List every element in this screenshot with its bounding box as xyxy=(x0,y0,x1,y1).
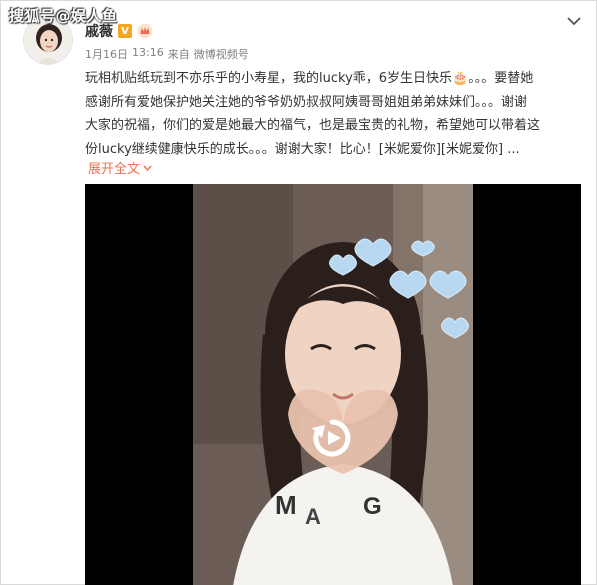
emoji-tag: [米妮爱你][米妮爱你] xyxy=(378,141,504,157)
expand-label: 展开全文 xyxy=(88,162,141,177)
weibo-post-card: 搜狐号@娱人鱼 戚薇 V 1月16日 13:16 来自 微博视频号 玩相机贴纸玩… xyxy=(0,0,597,585)
source-link[interactable]: 微博视频号 xyxy=(194,46,249,62)
birthday-cake-emoji: 🎂 xyxy=(452,71,469,86)
chevron-down-icon[interactable] xyxy=(566,15,582,27)
replay-icon[interactable] xyxy=(310,416,354,460)
post-line: 玩相机贴纸玩到不亦乐乎的小寿星，我的lucky乖，6岁生日快乐🎂。。。要替她 xyxy=(85,67,565,91)
post-body: 玩相机贴纸玩到不亦乐乎的小寿星，我的lucky乖，6岁生日快乐🎂。。。要替她 感… xyxy=(85,67,565,161)
video-thumbnail: M A G xyxy=(193,184,473,585)
svg-text:G: G xyxy=(363,493,382,520)
post-line: 大家的祝福，你们的爱是她最大的福气，也是最宝贵的礼物，希望她可以带着这 xyxy=(85,118,541,133)
watermark-text: 搜狐号@娱人鱼 xyxy=(9,7,118,25)
expand-full-text-link[interactable]: 展开全文 xyxy=(88,158,152,177)
post-line: 感谢所有爱她保护她关注她的爷爷奶奶叔叔阿姨哥哥姐姐弟弟妹妹们。。。谢谢 xyxy=(85,94,528,110)
source-prefix: 来自 xyxy=(167,48,190,61)
ellipsis: ... xyxy=(503,141,520,157)
post-text-segment: 份lucky继续健康快乐的成长。。。谢谢大家！比心！ xyxy=(85,141,379,157)
post-line: 份lucky继续健康快乐的成长。。。谢谢大家！比心！[米妮爱你][米妮爱你] .… xyxy=(85,138,565,162)
expand-chevron-icon xyxy=(143,165,152,171)
verified-v-icon: V xyxy=(118,24,132,38)
svg-text:M: M xyxy=(275,490,297,520)
post-text-segment: 玩相机贴纸玩到不亦乐乎的小寿星，我的lucky乖，6岁生日快乐 xyxy=(85,71,453,86)
post-meta: 1月16日 13:16 来自 微博视频号 xyxy=(85,46,249,62)
crown-badge-icon xyxy=(137,23,153,39)
video-player[interactable]: M A G xyxy=(85,184,581,585)
post-text-segment: 。。。要替她 xyxy=(468,71,534,86)
video-frame: M A G xyxy=(193,184,473,585)
svg-text:A: A xyxy=(305,504,321,529)
post-time[interactable]: 13:16 xyxy=(132,46,164,62)
post-date[interactable]: 1月16日 xyxy=(85,46,128,62)
